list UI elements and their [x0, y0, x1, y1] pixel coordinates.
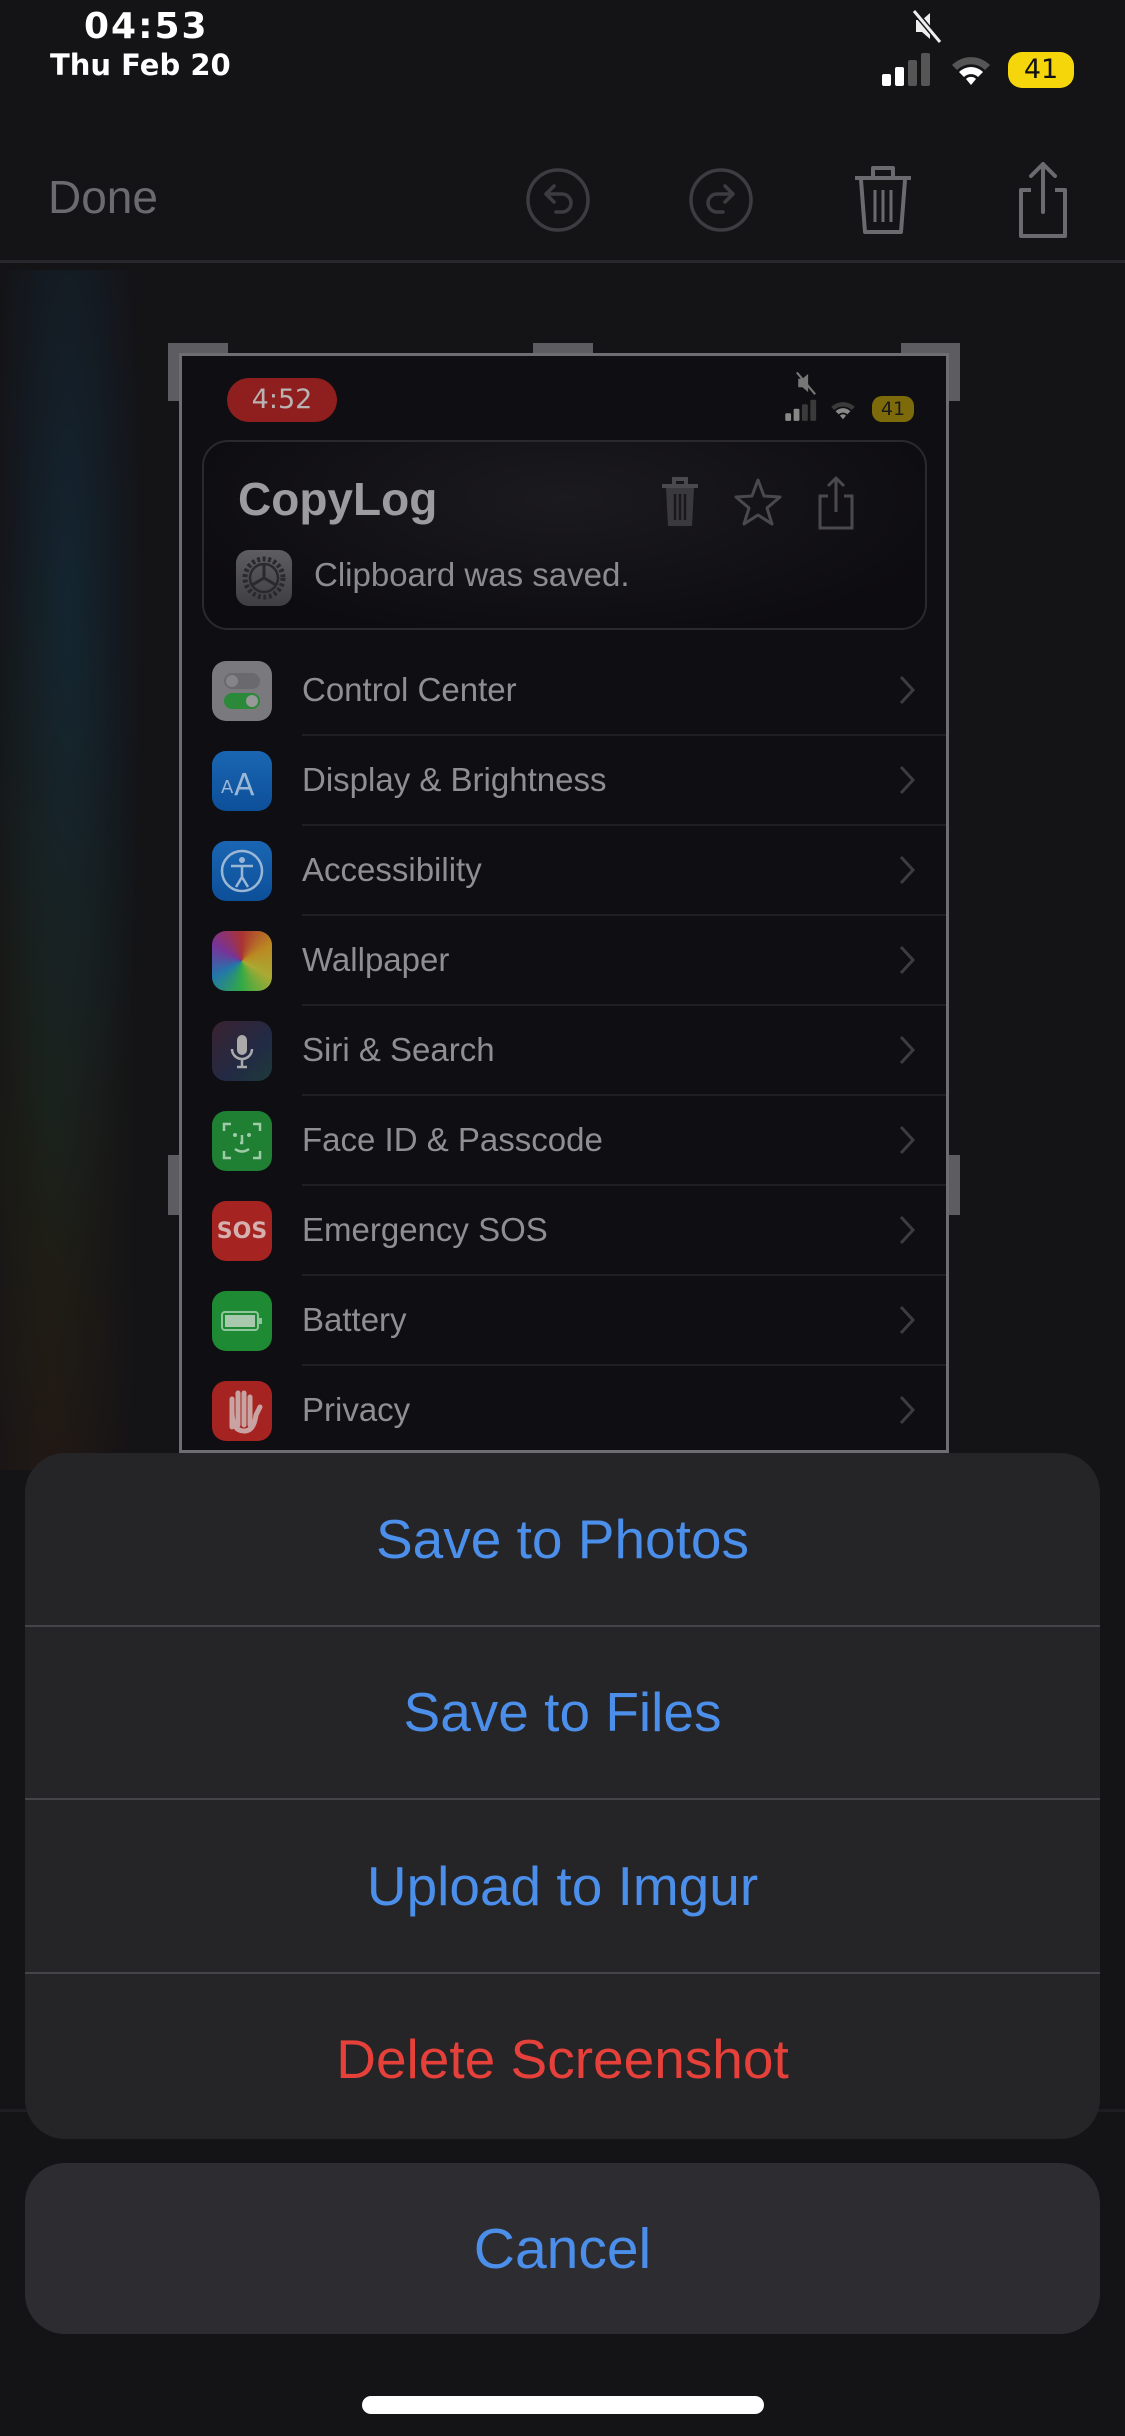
sos-icon: SOS: [212, 1201, 272, 1261]
chevron-right-icon: [899, 765, 916, 795]
delete-screenshot-button[interactable]: Delete Screenshot: [25, 1974, 1100, 2140]
screenshot-preview[interactable]: 4:52 41 CopyLog Clipboard was saved. Con…: [179, 353, 949, 1453]
chevron-right-icon: [899, 1305, 916, 1335]
background-glow: [0, 270, 170, 1470]
settings-row-siri-search[interactable]: Siri & Search: [182, 1006, 946, 1096]
accessibility-icon: [212, 841, 272, 901]
notification-message: Clipboard was saved.: [314, 556, 630, 593]
notification-trash-icon[interactable]: [656, 474, 704, 530]
preview-status-time: 4:52: [227, 378, 337, 422]
face-id-icon: [212, 1111, 272, 1171]
settings-row-control-center[interactable]: Control Center: [182, 646, 946, 736]
privacy-hand-icon: [212, 1381, 272, 1441]
settings-row-display-brightness[interactable]: AA Display & Brightness: [182, 736, 946, 826]
chevron-right-icon: [899, 945, 916, 975]
control-center-icon: [212, 661, 272, 721]
display-brightness-icon: AA: [212, 751, 272, 811]
status-bar: 04:53 Thu Feb 20 41: [0, 0, 1125, 90]
preview-wifi-icon: [831, 402, 855, 420]
status-date: Thu Feb 20: [50, 48, 231, 82]
settings-row-wallpaper[interactable]: Wallpaper: [182, 916, 946, 1006]
battery-indicator: 41: [1008, 52, 1074, 88]
preview-signal-icon: [785, 399, 817, 421]
chevron-right-icon: [899, 1125, 916, 1155]
row-label: Accessibility: [302, 851, 482, 888]
wallpaper-icon: [212, 931, 272, 991]
row-label: Emergency SOS: [302, 1211, 548, 1248]
row-label: Face ID & Passcode: [302, 1121, 603, 1158]
wifi-icon: [952, 57, 990, 85]
preview-battery-indicator: 41: [872, 396, 914, 422]
preview-mute-icon: [796, 371, 816, 395]
trash-icon[interactable]: [843, 160, 923, 240]
notification-app-name: CopyLog: [238, 473, 438, 525]
settings-row-battery[interactable]: Battery: [182, 1276, 946, 1366]
crop-handle-top-right-vertical[interactable]: [948, 343, 960, 401]
settings-row-privacy[interactable]: Privacy: [182, 1366, 946, 1450]
settings-row-face-id[interactable]: Face ID & Passcode: [182, 1096, 946, 1186]
svg-text:A: A: [234, 768, 255, 803]
crop-handle-right-center[interactable]: [948, 1155, 960, 1215]
save-to-files-button[interactable]: Save to Files: [25, 1627, 1100, 1799]
settings-row-accessibility[interactable]: Accessibility: [182, 826, 946, 916]
row-label: Battery: [302, 1301, 407, 1338]
settings-gear-icon: [236, 550, 292, 606]
chevron-right-icon: [899, 1395, 916, 1425]
undo-icon[interactable]: [518, 160, 598, 240]
settings-row-emergency-sos[interactable]: SOS Emergency SOS: [182, 1186, 946, 1276]
status-time: 04:53: [84, 6, 209, 47]
chevron-right-icon: [899, 855, 916, 885]
chevron-right-icon: [899, 675, 916, 705]
action-sheet: Save to Photos Save to Files Upload to I…: [25, 1453, 1100, 2139]
sos-icon-text: SOS: [216, 1218, 268, 1244]
battery-icon: [212, 1291, 272, 1351]
chevron-right-icon: [899, 1035, 916, 1065]
save-to-photos-button[interactable]: Save to Photos: [25, 1453, 1100, 1625]
chevron-right-icon: [899, 1215, 916, 1245]
settings-list: Control Center AA Display & Brightness A…: [182, 646, 946, 1450]
redo-icon[interactable]: [681, 160, 761, 240]
copylog-notification[interactable]: CopyLog Clipboard was saved.: [202, 440, 927, 630]
row-label: Wallpaper: [302, 941, 450, 978]
mute-icon: [911, 9, 943, 44]
home-indicator[interactable]: [362, 2396, 764, 2414]
notification-share-icon[interactable]: [812, 474, 860, 530]
row-label: Display & Brightness: [302, 761, 607, 798]
svg-text:A: A: [221, 777, 234, 798]
done-button[interactable]: Done: [48, 170, 158, 224]
row-label: Control Center: [302, 671, 517, 708]
notification-star-icon[interactable]: [734, 474, 782, 530]
editor-toolbar: Done: [0, 140, 1125, 263]
signal-icon: [882, 53, 930, 86]
share-icon[interactable]: [1003, 160, 1083, 240]
upload-to-imgur-button[interactable]: Upload to Imgur: [25, 1800, 1100, 1972]
cancel-button[interactable]: Cancel: [25, 2163, 1100, 2334]
siri-icon: [212, 1021, 272, 1081]
row-label: Siri & Search: [302, 1031, 495, 1068]
row-label: Privacy: [302, 1391, 411, 1428]
